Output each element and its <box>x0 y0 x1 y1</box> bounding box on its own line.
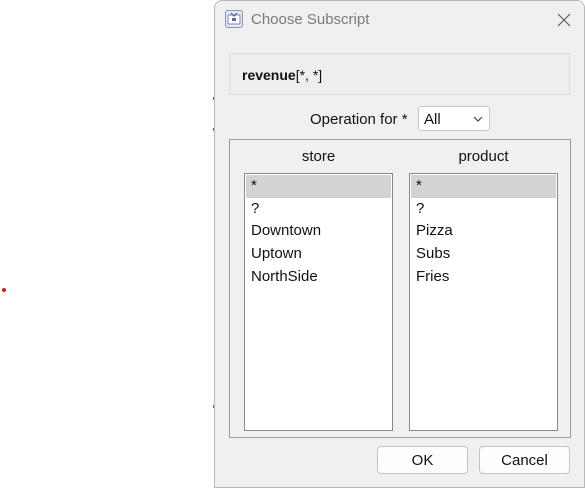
subscript-lists-panel: store * ? Downtown Uptown NorthSide prod… <box>229 139 571 438</box>
ok-button[interactable]: OK <box>377 446 468 474</box>
list-item[interactable]: Pizza <box>411 220 556 243</box>
store-column-header: store <box>301 148 336 165</box>
list-item[interactable]: NorthSide <box>246 266 391 289</box>
operation-select[interactable]: All <box>418 106 490 131</box>
subscript-app-icon <box>225 10 243 28</box>
product-column-header: product <box>458 148 509 165</box>
list-item[interactable]: ? <box>246 198 391 221</box>
expression-variable-name: revenue <box>242 67 296 83</box>
list-item[interactable]: Downtown <box>246 220 391 243</box>
cancel-button[interactable]: Cancel <box>479 446 570 474</box>
dialog-titlebar[interactable]: Choose Subscript <box>215 1 584 39</box>
list-item[interactable]: ? <box>411 198 556 221</box>
choose-subscript-dialog: Choose Subscript revenue[*, *] Operation… <box>214 0 585 488</box>
red-marker-dot <box>2 288 6 292</box>
expression-text: revenue[*, *] <box>242 67 322 83</box>
expression-subscript: [*, *] <box>295 67 323 83</box>
dialog-title: Choose Subscript <box>251 11 370 28</box>
operation-select-value: All <box>424 111 441 128</box>
close-button[interactable] <box>549 7 579 33</box>
list-item[interactable]: * <box>411 175 556 198</box>
list-item[interactable]: Fries <box>411 266 556 289</box>
desktop-background: Choose Subscript revenue[*, *] Operation… <box>0 0 585 488</box>
list-item[interactable]: Uptown <box>246 243 391 266</box>
chevron-down-icon <box>473 116 483 122</box>
operation-label: Operation for * <box>310 111 408 128</box>
store-listbox[interactable]: * ? Downtown Uptown NorthSide <box>244 173 393 431</box>
list-item[interactable]: Subs <box>411 243 556 266</box>
expression-display: revenue[*, *] <box>229 53 570 95</box>
close-icon <box>557 13 571 27</box>
product-listbox[interactable]: * ? Pizza Subs Fries <box>409 173 558 431</box>
list-item[interactable]: * <box>246 175 391 198</box>
